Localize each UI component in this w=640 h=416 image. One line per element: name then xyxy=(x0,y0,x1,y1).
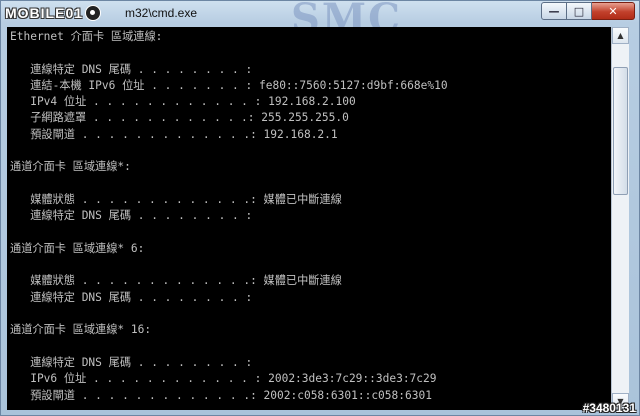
console-output[interactable]: Ethernet 介面卡 區域連線: 連線特定 DNS 尾碼 . . . . .… xyxy=(7,27,611,410)
close-button[interactable]: ✕ xyxy=(592,2,635,20)
console-line: 子網路遮罩 . . . . . . . . . . . .: 255.255.2… xyxy=(10,111,349,125)
console-line: 媒體狀態 . . . . . . . . . . . . .: 媒體已中斷連線 xyxy=(10,192,342,206)
close-icon: ✕ xyxy=(608,4,618,18)
scroll-up-icon: ▲ xyxy=(617,31,624,40)
logo-text: MOBILE01 xyxy=(5,5,84,21)
minimize-icon: — xyxy=(548,4,560,18)
window-controls: — □ ✕ xyxy=(541,2,635,20)
console-line: IPv6 位址 . . . . . . . . . . . . : 2002:3… xyxy=(10,372,437,386)
console-line: 通道介面卡 區域連線*: xyxy=(10,160,131,174)
cmd-window: SMC MOBILE01 m32\cmd.exe — □ ✕ Ethernet … xyxy=(0,0,640,416)
logo-icon xyxy=(85,5,102,21)
maximize-button[interactable]: □ xyxy=(567,2,592,20)
watermark: #3480131 xyxy=(582,401,636,415)
maximize-icon: □ xyxy=(573,4,585,18)
console-line: 連線特定 DNS 尾碼 . . . . . . . . : xyxy=(10,209,253,223)
mobile01-logo: MOBILE01 xyxy=(5,4,102,22)
console-line: 通道介面卡 區域連線* 16: xyxy=(10,323,152,337)
console-line: 媒體狀態 . . . . . . . . . . . . .: 媒體已中斷連線 xyxy=(10,274,342,288)
console-line: Ethernet 介面卡 區域連線: xyxy=(10,30,163,43)
scrollbar-thumb[interactable] xyxy=(613,67,628,195)
title-bar[interactable]: SMC MOBILE01 m32\cmd.exe — □ ✕ xyxy=(1,1,639,27)
console-line: 預設閘道 . . . . . . . . . . . . .: 192.168.… xyxy=(10,127,338,141)
title-background-text: SMC xyxy=(291,1,402,27)
console-line: 連結-本機 IPv6 位址 . . . . . . . : fe80::7560… xyxy=(10,78,448,92)
vertical-scrollbar[interactable]: ▲ ▼ xyxy=(611,27,629,410)
minimize-button[interactable]: — xyxy=(541,2,567,20)
console-line: 連線特定 DNS 尾碼 . . . . . . . . : xyxy=(10,290,253,304)
console-lines: Ethernet 介面卡 區域連線: 連線特定 DNS 尾碼 . . . . .… xyxy=(10,29,448,410)
console-line: 連線特定 DNS 尾碼 . . . . . . . . : xyxy=(10,355,253,369)
console-line: 預設閘道 . . . . . . . . . . . . .: 2002:c05… xyxy=(10,388,432,402)
scroll-up-button[interactable]: ▲ xyxy=(612,27,629,44)
window-title: m32\cmd.exe xyxy=(125,6,198,20)
console-line: 連線特定 DNS 尾碼 . . . . . . . . : xyxy=(10,62,253,76)
console-line: 通道介面卡 區域連線* 6: xyxy=(10,241,145,255)
console-line: IPv4 位址 . . . . . . . . . . . . : 192.16… xyxy=(10,95,356,109)
